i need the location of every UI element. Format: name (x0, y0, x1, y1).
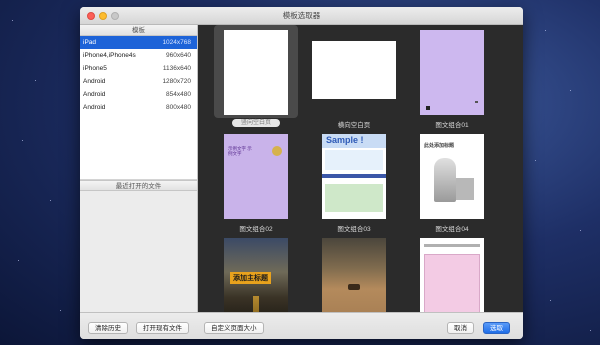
close-window-button[interactable] (87, 12, 95, 20)
template-name: iPad (83, 39, 97, 46)
template-thumbnail (420, 238, 484, 312)
recent-files-list[interactable] (80, 191, 197, 321)
template-name: Android (83, 104, 106, 111)
template-caption: 横向空白页 (337, 122, 371, 129)
template-list-blank (80, 114, 197, 180)
template-tile[interactable] (308, 233, 400, 312)
template-list-item[interactable]: Android 1280x720 (80, 75, 197, 88)
template-thumbnail: Sample ! (322, 134, 386, 219)
template-list-item[interactable]: iPad 1024x768 (80, 36, 197, 49)
template-thumbnail: 此处添加标题 (420, 134, 484, 219)
template-tile[interactable]: 添加主标题 (210, 233, 302, 312)
templates-header: 模板 (80, 25, 197, 36)
template-tile[interactable]: 图文组合01 (406, 25, 498, 129)
template-list-item[interactable]: Android 800x480 (80, 101, 197, 114)
template-caption: 竖向空白页 (232, 119, 280, 127)
cancel-button[interactable]: 取消 (447, 322, 474, 334)
crown-icon (272, 146, 282, 156)
template-list-item[interactable]: iPhone5 1136x640 (80, 62, 197, 75)
custom-page-size-button[interactable]: 自定义页面大小 (204, 322, 264, 334)
template-caption: 图文组合03 (337, 226, 371, 233)
choose-button[interactable]: 选取 (483, 322, 510, 334)
template-name: Android (83, 78, 106, 85)
template-thumbnail: 添加主标题 (224, 238, 288, 312)
template-thumbnail (312, 41, 396, 99)
template-grid: 竖向空白页 横向空白页 图文组合01 示例文字 示例文字图文组合02 Sample ! 图… (198, 25, 523, 312)
template-name: iPhone5 (83, 65, 107, 72)
template-size: 1024x768 (162, 39, 191, 46)
template-size: 960x640 (166, 52, 191, 59)
template-thumbnail (224, 30, 288, 115)
template-thumbnail (322, 238, 386, 312)
thumb-text: 此处添加标题 (424, 143, 455, 149)
template-list-item[interactable]: iPhone4,iPhone4s 960x640 (80, 49, 197, 62)
template-size: 1136x640 (162, 65, 191, 72)
template-list: iPad 1024x768 iPhone4,iPhone4s 960x640 iPhon… (80, 36, 197, 114)
zoom-window-button[interactable] (111, 12, 119, 20)
car-icon (348, 284, 360, 290)
template-tile[interactable]: 示例文字 示例文字图文组合02 (210, 129, 302, 233)
template-tile[interactable]: Sample ! 图文组合03 (308, 129, 400, 233)
template-caption: 图文组合04 (435, 226, 469, 233)
person-figure-icon (434, 158, 456, 202)
template-thumbnail (420, 30, 484, 115)
template-caption: 图文组合01 (435, 122, 469, 129)
clear-history-button[interactable]: 清除历史 (88, 322, 128, 334)
thumb-text: 添加主标题 (230, 272, 271, 284)
template-name: Android (83, 91, 106, 98)
minimize-window-button[interactable] (99, 12, 107, 20)
template-picker-window: 模板选取器 模板 iPad 1024x768 iPhone4,iPhone4s 960… (80, 7, 523, 339)
template-list-item[interactable]: Android 854x480 (80, 88, 197, 101)
template-size: 800x480 (166, 104, 191, 111)
template-tile[interactable] (406, 233, 498, 312)
template-size: 854x480 (166, 91, 191, 98)
window-title: 模板选取器 (282, 11, 321, 20)
template-tile[interactable]: 此处添加标题图文组合04 (406, 129, 498, 233)
window-controls (87, 12, 119, 20)
template-name: iPhone4,iPhone4s (83, 52, 136, 59)
template-caption: 图文组合02 (239, 226, 273, 233)
recent-files-header: 最近打开的文件 (80, 180, 197, 191)
template-thumbnail: 示例文字 示例文字 (224, 134, 288, 219)
sidebar: 模板 iPad 1024x768 iPhone4,iPhone4s 960x640 iP… (80, 25, 198, 321)
bottom-bar: 清除历史 打开现有文件 自定义页面大小 取消 选取 (80, 312, 523, 339)
title-bar: 模板选取器 (80, 7, 523, 25)
template-tile[interactable]: 竖向空白页 (210, 25, 302, 129)
thumb-text: 示例文字 示例文字 (228, 146, 252, 156)
template-tile[interactable]: 横向空白页 (308, 25, 400, 129)
open-existing-file-button[interactable]: 打开现有文件 (136, 322, 189, 334)
thumb-text: Sample ! (326, 135, 364, 145)
template-size: 1280x720 (162, 78, 191, 85)
